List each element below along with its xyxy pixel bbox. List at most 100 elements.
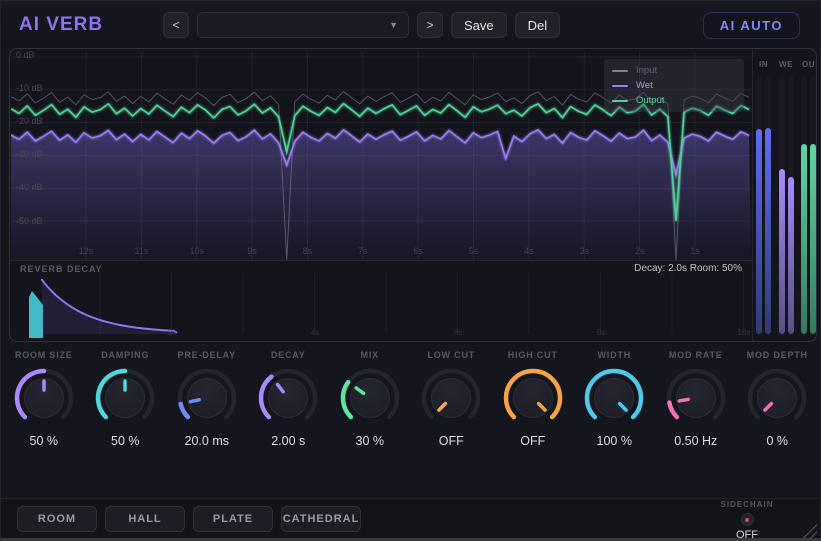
knob-label: HIGH CUT xyxy=(507,350,558,360)
meter-bar xyxy=(787,76,794,334)
room-type-button-hall[interactable]: HALL xyxy=(105,506,185,532)
legend-label: Wet xyxy=(636,80,653,91)
knob-label: MOD RATE xyxy=(668,350,723,360)
meter-label: IN xyxy=(759,60,768,69)
knob-label: DECAY xyxy=(270,350,306,360)
decay-tick-label: 2s xyxy=(167,328,177,337)
knob-value: 0 % xyxy=(766,434,789,448)
time-label: 6s xyxy=(413,246,423,256)
time-label: 1s xyxy=(690,246,700,256)
knob-dial[interactable] xyxy=(419,366,483,430)
knob-dial[interactable] xyxy=(501,366,565,430)
knob-label: LOW CUT xyxy=(427,350,476,360)
knob-value: 2.00 s xyxy=(271,434,306,448)
time-label: 11s xyxy=(134,246,149,256)
knob-dial[interactable] xyxy=(12,366,76,430)
legend-item[interactable]: Output xyxy=(612,95,736,106)
knob-dial[interactable] xyxy=(175,366,239,430)
meter-bar xyxy=(765,76,771,334)
top-bar: AI VERB < ▼ > Save Del AI AUTO xyxy=(1,1,820,48)
db-label: -40 dB xyxy=(16,182,43,193)
db-label: -20 dB xyxy=(16,116,43,127)
preset-next-button[interactable]: > xyxy=(417,12,443,38)
meter-fill xyxy=(810,144,816,334)
meter-group: WE xyxy=(778,60,794,334)
knob-room-size: ROOM SIZE 50 % xyxy=(3,342,85,498)
knob-value: 20.0 ms xyxy=(184,434,229,448)
knob-value: 30 % xyxy=(355,434,385,448)
meter-bars xyxy=(756,76,771,334)
time-label: 10s xyxy=(189,246,204,256)
decay-tick-label: 10s xyxy=(737,328,751,337)
meter-fill xyxy=(765,128,771,334)
room-type-button-cathedral[interactable]: CATHEDRAL xyxy=(281,506,361,532)
knob-mod-depth: MOD DEPTH 0 % xyxy=(737,342,819,498)
preset-dropdown[interactable]: ▼ xyxy=(197,12,409,38)
knob-value: 0.50 Hz xyxy=(674,434,718,448)
legend-item[interactable]: Wet xyxy=(612,80,736,91)
meter-label: WE xyxy=(779,60,793,69)
knob-dial[interactable] xyxy=(745,366,809,430)
meter-bars xyxy=(801,76,816,334)
knob-damping: DAMPING 50 % xyxy=(85,342,167,498)
knob-width: WIDTH 100 % xyxy=(574,342,656,498)
knob-dial[interactable] xyxy=(582,366,646,430)
knob-dial[interactable] xyxy=(256,366,320,430)
meter-fill xyxy=(787,177,794,334)
del-button[interactable]: Del xyxy=(514,12,561,38)
time-label: 2s xyxy=(634,246,645,256)
display-panel: 0 dB -10 dB -20 dB -30 dB -40 dB -50 dB 12s 11… xyxy=(9,48,817,342)
meter-bar xyxy=(756,76,762,334)
decay-tick-label: 6s xyxy=(453,328,463,337)
knob-dial[interactable] xyxy=(93,366,157,430)
legend-swatch-icon xyxy=(612,69,628,72)
knob-label: ROOM SIZE xyxy=(14,350,73,360)
time-label: 4s xyxy=(524,246,534,256)
meter-group: OU xyxy=(801,60,816,334)
knob-decay: DECAY 2.00 s xyxy=(248,342,330,498)
meter-label: OU xyxy=(802,60,815,69)
knob-indicator xyxy=(188,397,201,404)
meter-bars xyxy=(778,76,794,334)
ai-auto-button[interactable]: AI AUTO xyxy=(702,12,800,39)
knob-label: MOD DEPTH xyxy=(746,350,808,360)
meter-fill xyxy=(778,169,785,334)
divider xyxy=(752,49,753,341)
time-label: 5s xyxy=(468,246,479,256)
legend: Input Wet Output xyxy=(604,59,744,112)
knob-row: ROOM SIZE 50 % DAMPING 50 % PRE-DELAY 20.0 ms… xyxy=(1,342,820,498)
room-type-button-room[interactable]: ROOM xyxy=(17,506,97,532)
resize-grip-icon[interactable] xyxy=(795,523,817,538)
knob-label: PRE-DELAY xyxy=(177,350,236,360)
time-label: 8s xyxy=(302,246,313,256)
knob-value: 50 % xyxy=(111,434,140,448)
knob-value: 100 % xyxy=(596,434,632,448)
save-button[interactable]: Save xyxy=(451,12,507,38)
legend-swatch-icon xyxy=(612,99,628,102)
time-label: 7s xyxy=(358,246,368,256)
knob-value: OFF xyxy=(520,434,546,448)
sidechain-value: OFF xyxy=(736,529,758,541)
knob-value: 50 % xyxy=(29,434,59,448)
knob-label: WIDTH xyxy=(597,350,631,360)
bottom-bar: ROOM HALL PLATE CATHEDRAL SIDECHAIN OFF xyxy=(1,498,820,541)
knob-label: MIX xyxy=(360,350,379,360)
decay-tick-label: 4s xyxy=(310,328,320,337)
knob-dial[interactable] xyxy=(338,366,402,430)
legend-label: Output xyxy=(636,95,665,106)
room-type-button-plate[interactable]: PLATE xyxy=(193,506,273,532)
sidechain-knob[interactable] xyxy=(740,513,754,526)
preset-group: < ▼ > Save Del xyxy=(163,12,561,38)
db-label: -30 dB xyxy=(16,149,43,160)
sidechain-label: SIDECHAIN xyxy=(720,500,774,509)
knob-low-cut: LOW CUT OFF xyxy=(411,342,493,498)
legend-label: Input xyxy=(636,65,658,76)
time-label: 12s xyxy=(78,246,94,256)
knob-dial[interactable] xyxy=(664,366,728,430)
knob-pre-delay: PRE-DELAY 20.0 ms xyxy=(166,342,248,498)
preset-prev-button[interactable]: < xyxy=(163,12,189,38)
time-label: 3s xyxy=(579,246,589,256)
legend-swatch-icon xyxy=(612,84,628,87)
room-type-buttons: ROOM HALL PLATE CATHEDRAL xyxy=(17,506,361,532)
legend-item[interactable]: Input xyxy=(612,65,736,76)
